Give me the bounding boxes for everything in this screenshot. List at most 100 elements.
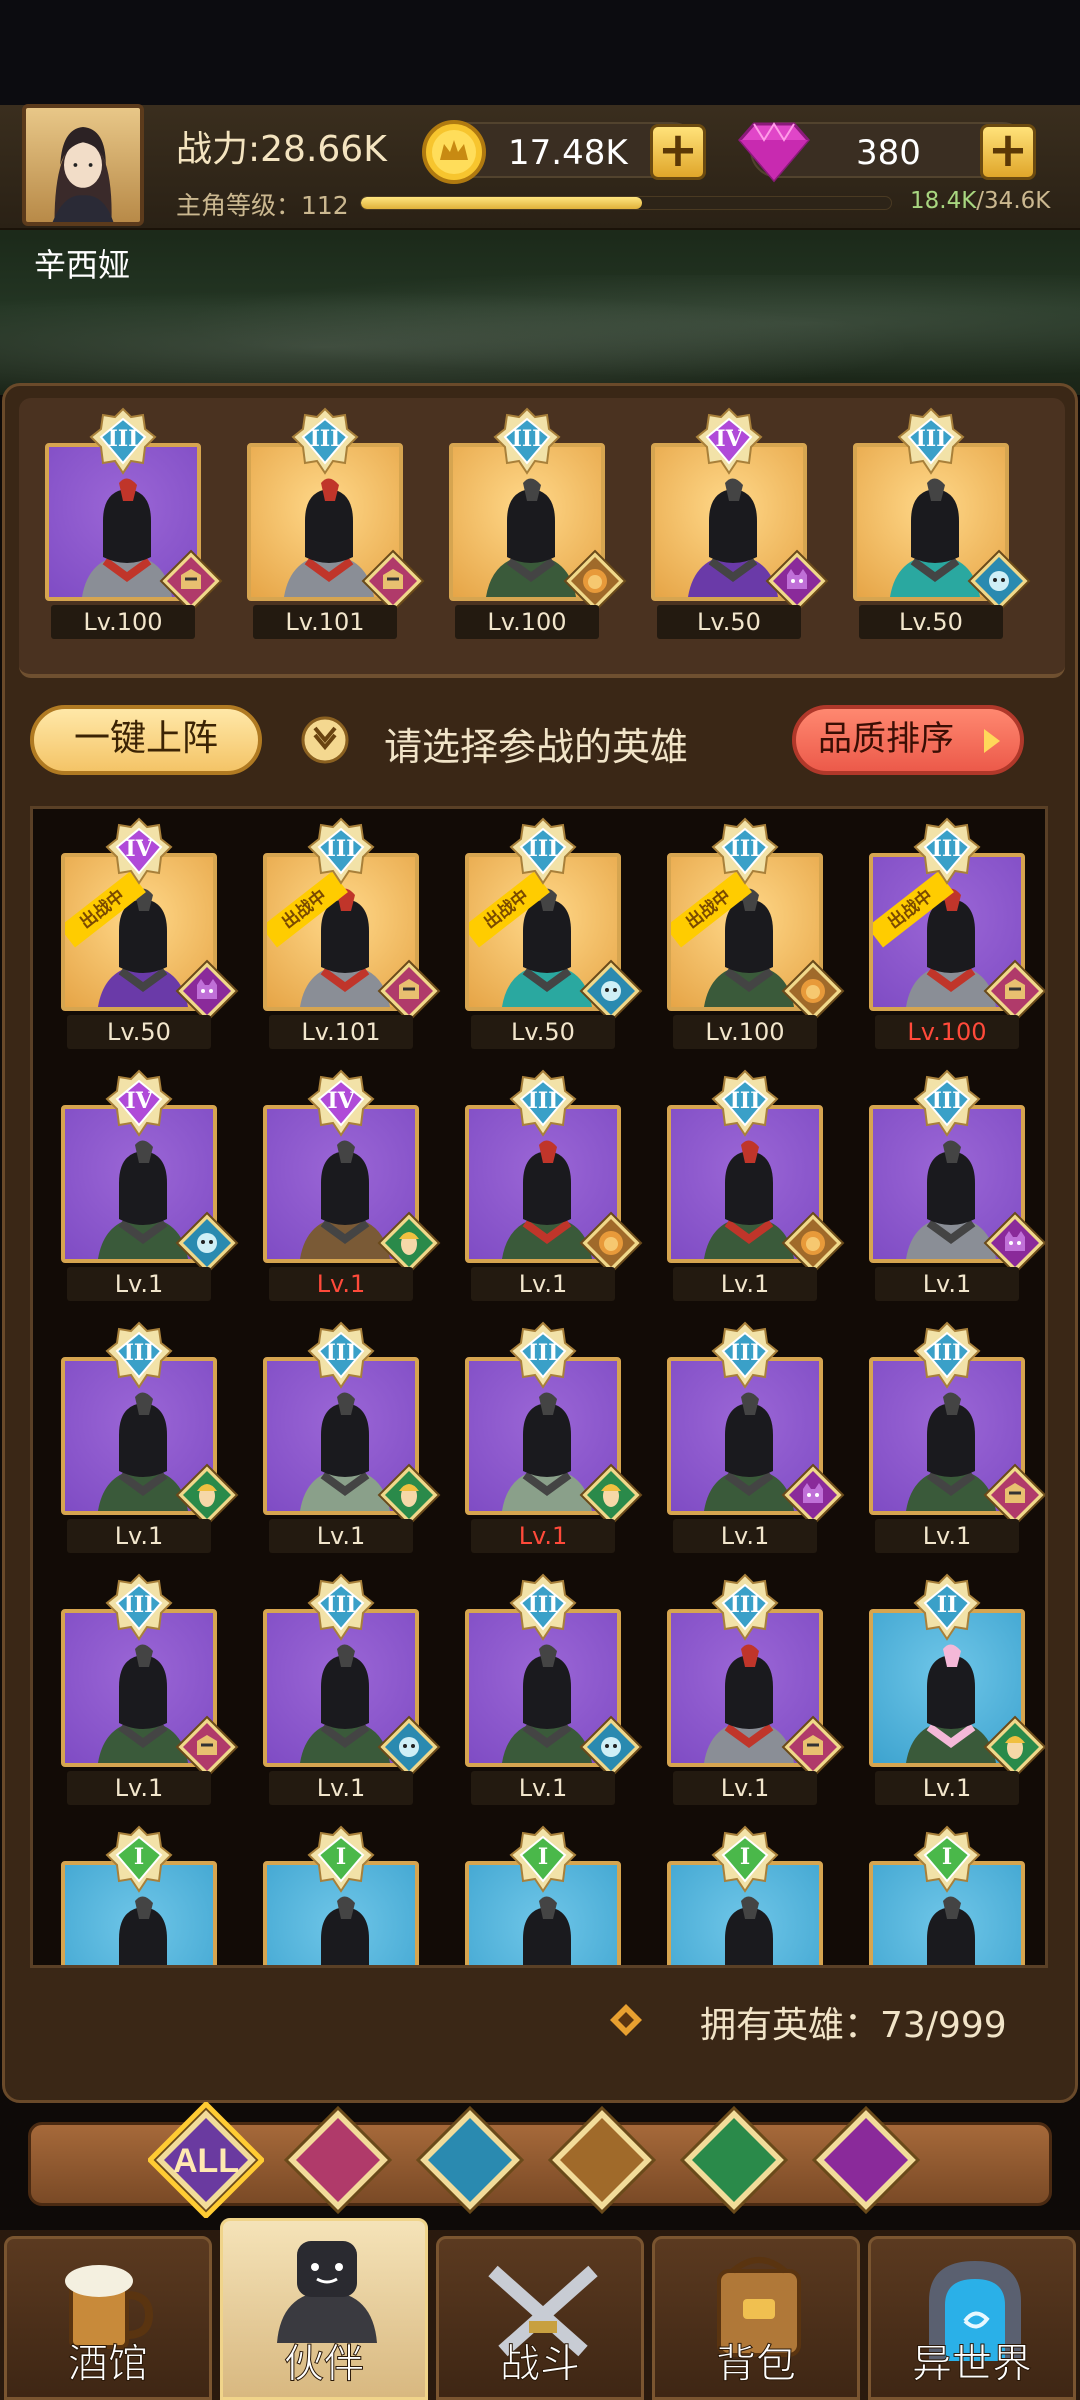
- rank-badge-icon: III: [709, 1069, 781, 1139]
- hero-level: Lv.100: [673, 1015, 817, 1049]
- hero-level: Lv.1: [875, 1771, 1019, 1805]
- roster-hero-card[interactable]: III Lv.1: [667, 1321, 845, 1553]
- exp-total: /34.6K: [976, 188, 1051, 214]
- hero-level: Lv.1: [471, 1519, 615, 1553]
- team-lineup: III Lv.100 III Lv.101 III Lv.100 IV Lv.5…: [19, 398, 1065, 678]
- roster-hero-card[interactable]: IV Lv.1: [263, 1069, 441, 1301]
- quality-sort-button[interactable]: 品质排序: [792, 705, 1024, 775]
- rank-numeral: IV: [327, 1088, 355, 1114]
- nav-battle-tab[interactable]: 战斗: [436, 2236, 644, 2400]
- faction-knight-icon: [983, 1463, 1045, 1527]
- rank-badge-icon: III: [709, 817, 781, 887]
- sort-label: 品质排序: [818, 719, 954, 759]
- team-hero-card[interactable]: III Lv.100: [449, 407, 627, 639]
- rank-badge-icon: III: [507, 1573, 579, 1643]
- roster-hero-card[interactable]: I: [869, 1825, 1025, 1965]
- hero-level: Lv.50: [471, 1015, 615, 1049]
- rank-badge-icon: III: [289, 407, 361, 477]
- filter-all-button[interactable]: ALL: [146, 2100, 266, 2220]
- roster-hero-card[interactable]: 出战中 III Lv.50: [465, 817, 643, 1049]
- rank-numeral: III: [527, 1340, 559, 1366]
- roster-hero-card[interactable]: III Lv.1: [465, 1321, 643, 1553]
- add-gold-button[interactable]: +: [650, 124, 706, 180]
- roster-hero-card[interactable]: I: [61, 1825, 217, 1965]
- faction-demon-icon: [175, 959, 239, 1023]
- faction-elf-icon: [579, 1463, 643, 1527]
- one-click-deploy-button[interactable]: 一键上阵: [30, 705, 262, 775]
- faction-fish-icon: [579, 959, 643, 1023]
- rank-numeral: III: [931, 1088, 963, 1114]
- rank-badge-icon: II: [911, 1573, 983, 1643]
- rank-badge-icon: III: [911, 1321, 983, 1391]
- team-hero-card[interactable]: IV Lv.50: [651, 407, 829, 639]
- rank-numeral: III: [123, 1340, 155, 1366]
- faction-elf-icon: [983, 1715, 1045, 1779]
- rank-numeral: III: [511, 426, 543, 452]
- rank-numeral: III: [325, 1340, 357, 1366]
- nav-tavern-tab[interactable]: 酒馆: [4, 2236, 212, 2400]
- roster-hero-card[interactable]: III Lv.1: [263, 1321, 441, 1553]
- rank-numeral: III: [107, 426, 139, 452]
- roster-hero-card[interactable]: 出战中 III Lv.100: [869, 817, 1045, 1049]
- hero-roster-grid[interactable]: 出战中 IV Lv.50 出战中 III Lv.101 出战中 III Lv.5…: [30, 806, 1048, 1968]
- roster-hero-card[interactable]: II Lv.1: [869, 1573, 1045, 1805]
- rank-numeral: III: [527, 1592, 559, 1618]
- roster-hero-card[interactable]: I: [263, 1825, 419, 1965]
- hero-level: Lv.1: [673, 1771, 817, 1805]
- hero-level: Lv.100: [875, 1015, 1019, 1049]
- team-hero-card[interactable]: III Lv.100: [45, 407, 223, 639]
- roster-hero-card[interactable]: III Lv.1: [869, 1321, 1045, 1553]
- roster-hero-card[interactable]: III Lv.1: [667, 1573, 845, 1805]
- rank-numeral: I: [335, 1844, 347, 1870]
- roster-hero-card[interactable]: 出战中 III Lv.100: [667, 817, 845, 1049]
- rank-badge-icon: IV: [305, 1069, 377, 1139]
- roster-hero-card[interactable]: III Lv.1: [61, 1321, 239, 1553]
- filter-lion-button[interactable]: [544, 2102, 660, 2218]
- filter-demon-button[interactable]: [808, 2102, 924, 2218]
- player-avatar[interactable]: [22, 104, 144, 226]
- gold-counter: 17.48K +: [422, 120, 706, 184]
- rank-badge-icon: III: [103, 1321, 175, 1391]
- hero-level: Lv.50: [859, 605, 1003, 639]
- roster-hero-card[interactable]: III Lv.1: [869, 1069, 1045, 1301]
- rank-badge-icon: IV: [693, 407, 765, 477]
- faction-knight-icon: [983, 1967, 1047, 1968]
- roster-hero-card[interactable]: III Lv.1: [61, 1573, 239, 1805]
- roster-hero-card[interactable]: IV Lv.1: [61, 1069, 239, 1301]
- hero-level: Lv.50: [67, 1015, 211, 1049]
- filter-all-label: ALL: [172, 2142, 240, 2180]
- nav-label: 伙伴: [284, 2341, 365, 2388]
- hero-level: Lv.1: [875, 1519, 1019, 1553]
- roster-hero-card[interactable]: 出战中 III Lv.101: [263, 817, 441, 1049]
- add-gems-button[interactable]: +: [980, 124, 1036, 180]
- filter-knight-button[interactable]: [280, 2102, 396, 2218]
- faction-knight-icon: [159, 549, 223, 613]
- faction-lion-icon: [781, 959, 845, 1023]
- nav-backpack-tab[interactable]: 背包: [652, 2236, 860, 2400]
- rank-badge-icon: III: [911, 817, 983, 887]
- nav-partner-tab[interactable]: 伙伴: [220, 2218, 428, 2400]
- roster-hero-card[interactable]: III Lv.1: [465, 1573, 643, 1805]
- status-bar-area: [0, 0, 1080, 105]
- nav-otherworld-tab[interactable]: 异世界: [868, 2236, 1076, 2400]
- partner-icon: [277, 2241, 377, 2343]
- roster-hero-card[interactable]: III Lv.1: [263, 1573, 441, 1805]
- faction-fish-icon: [377, 1715, 441, 1779]
- roster-hero-card[interactable]: III Lv.1: [465, 1069, 643, 1301]
- rank-numeral: IV: [125, 1088, 153, 1114]
- filter-elf-button[interactable]: [676, 2102, 792, 2218]
- roster-hero-card[interactable]: III Lv.1: [667, 1069, 845, 1301]
- faction-fish-icon: [967, 549, 1031, 613]
- level-exp-value: 18.4K/34.6K: [910, 188, 1050, 214]
- roster-hero-card[interactable]: I: [667, 1825, 823, 1965]
- roster-hero-card[interactable]: 出战中 IV Lv.50: [61, 817, 239, 1049]
- team-hero-card[interactable]: III Lv.101: [247, 407, 425, 639]
- hero-level: Lv.100: [51, 605, 195, 639]
- roster-hero-card[interactable]: I: [465, 1825, 621, 1965]
- team-hero-card[interactable]: III Lv.50: [853, 407, 1031, 639]
- faction-lion-icon: [563, 549, 627, 613]
- faction-elf-icon: [377, 1463, 441, 1527]
- filter-fish-button[interactable]: [412, 2102, 528, 2218]
- faction-knight-icon: [781, 1715, 845, 1779]
- hero-level: Lv.1: [673, 1519, 817, 1553]
